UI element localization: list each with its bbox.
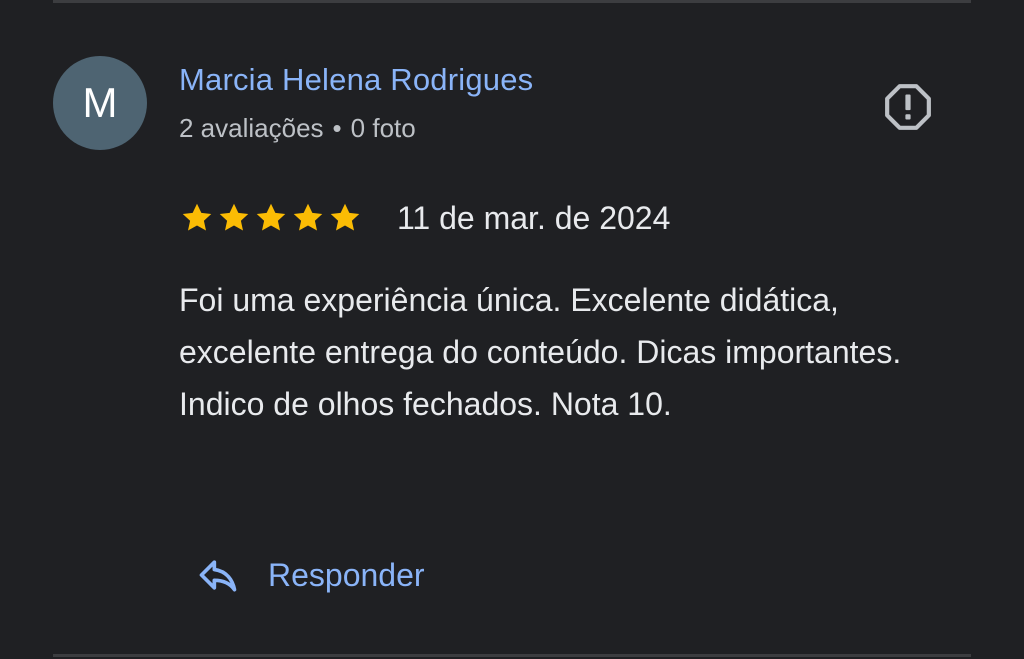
star-icon	[256, 203, 286, 231]
top-divider	[53, 0, 971, 3]
report-flag-icon	[885, 84, 931, 130]
star-rating	[179, 200, 363, 236]
review-date: 11 de mar. de 2024	[397, 199, 671, 236]
author-name[interactable]: Marcia Helena Rodrigues	[179, 62, 533, 98]
reviews-count: 2 avaliações	[179, 113, 324, 143]
star-icon	[293, 203, 323, 231]
star-icon	[182, 203, 212, 231]
avatar-initial: M	[82, 79, 118, 126]
review-text: Foi uma experiência única. Excelente did…	[179, 282, 902, 422]
rating-row: 11 de mar. de 2024	[179, 198, 670, 238]
report-button[interactable]	[881, 80, 935, 134]
meta-separator: •	[332, 113, 342, 143]
reply-button[interactable]: Responder	[196, 548, 425, 602]
avatar[interactable]: M	[53, 56, 147, 150]
author-meta: 2 avaliações • 0 foto	[179, 113, 416, 144]
star-icon	[330, 203, 360, 231]
review-card: M Marcia Helena Rodrigues 2 avaliações • 0…	[0, 0, 1024, 659]
star-icon	[219, 203, 249, 231]
reply-icon	[199, 560, 237, 592]
reply-label: Responder	[268, 556, 425, 593]
photos-count: 0 foto	[350, 113, 416, 143]
bottom-divider	[53, 654, 971, 657]
